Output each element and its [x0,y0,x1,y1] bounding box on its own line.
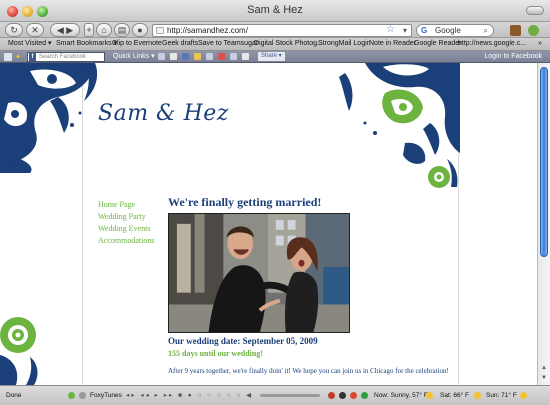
volume-slider[interactable] [260,394,320,397]
messages-icon[interactable] [230,53,237,60]
facebook-search-placeholder: Search Facebook [39,54,87,60]
bookmarks-overflow-button[interactable]: » [538,38,542,50]
events-icon[interactable] [194,53,201,60]
bookmark-note-in-reader[interactable]: Note in Reader [369,38,416,50]
nav-link-accommodations[interactable]: Accommodations [98,235,154,247]
facebook-login-link[interactable]: Login to Facebook [484,51,542,62]
bookmark-icon: ▤ [117,25,127,35]
camera-icon[interactable] [339,392,346,399]
settings-icon[interactable]: ✦ [15,52,21,63]
notes-icon[interactable] [206,53,213,60]
search-icon[interactable]: ⌕ [484,25,488,36]
favicon-icon [156,27,164,34]
friends-icon[interactable] [158,53,165,60]
scrollbar-thumb[interactable] [540,67,548,257]
foxytunes-icon[interactable] [68,392,75,399]
sync-icon: ● [137,25,143,35]
bookmark-smart-bookmarks[interactable]: Smart Bookmarks ▾ [56,38,117,50]
vertical-scrollbar[interactable]: ▲ ▼ [537,63,550,385]
bookmark-news-google[interactable]: http://news.google.c... [458,38,526,50]
flower-ornament-bottom-left [0,317,38,385]
alert-icon[interactable] [350,392,357,399]
status-bar: Done FoxyTunes ◂▸ ◂◂ ▸ ▸▸ ■ ● ○ ○ ○ ○ ○ … [0,385,550,405]
window-titlebar: Sam & Hez [0,0,550,22]
media-controls[interactable]: ◂▸ ◂◂ ▸ ▸▸ ■ ● ○ ○ ○ ○ ○ ◀ [126,386,253,405]
stop-icon: ✕ [31,25,39,35]
home-icon: ⌂ [101,25,107,35]
facebook-menu-icon[interactable] [4,53,12,61]
facebook-logo-icon: f [29,53,36,61]
url-text: http://samandhez.com/ [167,26,248,35]
bookmark-most-visited[interactable]: Most Visited ▾ [8,38,51,50]
share-button[interactable]: Share ▾ [258,52,285,61]
wedding-countdown: 155 days until our wedding! [168,349,263,358]
nav-link-wedding-events[interactable]: Wedding Events [98,223,154,235]
bookmarks-bar: Most Visited ▾ Smart Bookmarks ▾ Clip to… [0,38,550,51]
wedding-date: Our wedding date: September 05, 2009 [168,336,318,346]
back-forward-button[interactable]: ◀ ▶ [50,23,80,37]
weather-saturday[interactable]: Sat: 66° F [440,386,469,405]
window-title: Sam & Hez [247,4,303,16]
addon-icon[interactable] [510,25,521,36]
status-text: Done [6,392,22,399]
site-navigation: Home Page Wedding Party Wedding Events A… [98,199,154,247]
scroll-up-arrow[interactable]: ▲ [539,364,549,373]
page-heading: We're finally getting married! [168,195,322,209]
scroll-down-arrow[interactable]: ▼ [539,374,549,383]
status-icon[interactable] [170,53,177,60]
sync-button[interactable]: ● [132,23,148,37]
couple-photo [168,213,350,333]
google-icon: G [421,26,428,35]
reload-button[interactable]: ↻ [5,23,23,37]
help-icon[interactable] [242,53,249,60]
quick-links-menu[interactable]: Quick Links ▾ [113,51,155,62]
stop-button[interactable]: ✕ [26,23,44,37]
url-bar[interactable]: http://samandhez.com/ ☆ ▾ [152,24,412,37]
greasemonkey-icon[interactable] [528,25,539,36]
weather-now[interactable]: Now: Sunny, 57° F [374,386,428,405]
star-icon[interactable]: ☆ [386,24,395,35]
weather-sunday[interactable]: Sun: 71° F [486,386,517,405]
home-button[interactable]: ⌂ [96,23,112,37]
plus-icon: + [86,25,92,35]
sun-icon [474,392,481,399]
history-dropdown-button[interactable]: + [84,23,94,37]
chevron-down-icon[interactable]: ▾ [403,25,407,36]
sun-icon [520,392,527,399]
search-input[interactable]: G Google ⌕ [416,24,494,37]
site-logo[interactable]: Sam & Hez [98,101,229,126]
search-placeholder: Google [435,26,461,35]
toolbar-toggle-button[interactable] [526,6,544,15]
notifications-icon[interactable] [218,53,225,60]
photos-icon[interactable] [182,53,189,60]
bookmark-geek-drafts[interactable]: Geek drafts [162,38,198,50]
navigation-toolbar: ↻ ✕ ◀ ▶ + ⌂ ▤ ● http://samandhez.com/ ☆ … [0,22,550,38]
bookmark-google-reader[interactable]: Google Reader [414,38,461,50]
bookmark-strongmail-login[interactable]: StrongMail Login [318,38,371,50]
reload-icon: ↻ [10,25,18,35]
record-icon[interactable] [328,392,335,399]
page-viewport: Sam & Hez Home Page Wedding Party Weddin… [0,63,537,385]
foxytunes-menu-icon[interactable] [79,392,86,399]
facebook-search-input[interactable]: f Search Facebook [27,52,105,62]
bookmark-digital-stock-photog[interactable]: Digital Stock Photog... [254,38,323,50]
nav-link-wedding-party[interactable]: Wedding Party [98,211,154,223]
nav-link-home-page[interactable]: Home Page [98,199,154,211]
back-forward-icon: ◀ ▶ [56,25,74,35]
bookmark-save-to-teamsugar[interactable]: Save to Teamsugar [198,38,258,50]
intro-text: After 9 years together, we're finally do… [168,367,449,375]
sun-icon [426,392,433,399]
addon-status-icon[interactable] [361,392,368,399]
paisley-ornament-top-right [339,63,460,188]
bookmark-clip-to-evernote[interactable]: Clip to Evernote [112,38,162,50]
foxytunes-label[interactable]: FoxyTunes [90,386,122,405]
bookmark-page-button[interactable]: ▤ [114,23,130,37]
facebook-toolbar: ✦ f Search Facebook Quick Links ▾ Share … [0,51,550,63]
